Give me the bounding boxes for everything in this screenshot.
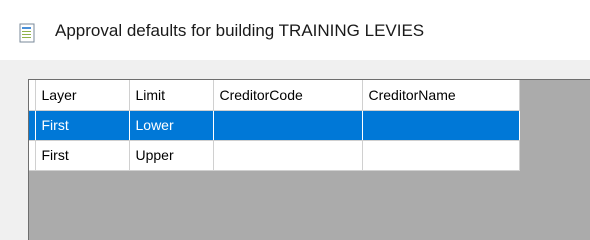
cell-creditor-name[interactable]: [362, 110, 520, 141]
column-header-limit[interactable]: Limit: [129, 80, 214, 111]
title-bar: Approval defaults for building TRAINING …: [0, 0, 590, 60]
header-row: Layer Limit CreditorCode CreditorName: [29, 80, 520, 111]
grid-table: Layer Limit CreditorCode CreditorName Fi…: [29, 80, 520, 171]
document-icon: [19, 23, 35, 43]
cell-layer[interactable]: First: [35, 110, 130, 141]
window-title: Approval defaults for building TRAINING …: [55, 21, 425, 40]
column-header-layer[interactable]: Layer: [35, 80, 130, 111]
cell-creditor-code[interactable]: [213, 110, 363, 141]
cell-limit[interactable]: Lower: [129, 110, 214, 141]
table-row[interactable]: First Lower: [29, 110, 520, 141]
cell-creditor-name[interactable]: [362, 140, 520, 171]
cell-limit[interactable]: Upper: [129, 140, 214, 171]
column-header-creditor-code[interactable]: CreditorCode: [213, 80, 363, 111]
cell-creditor-code[interactable]: [213, 140, 363, 171]
table-row[interactable]: First Upper: [29, 140, 520, 171]
cell-layer[interactable]: First: [35, 140, 130, 171]
column-header-creditor-name[interactable]: CreditorName: [362, 80, 520, 111]
approval-grid[interactable]: Layer Limit CreditorCode CreditorName Fi…: [28, 79, 590, 240]
